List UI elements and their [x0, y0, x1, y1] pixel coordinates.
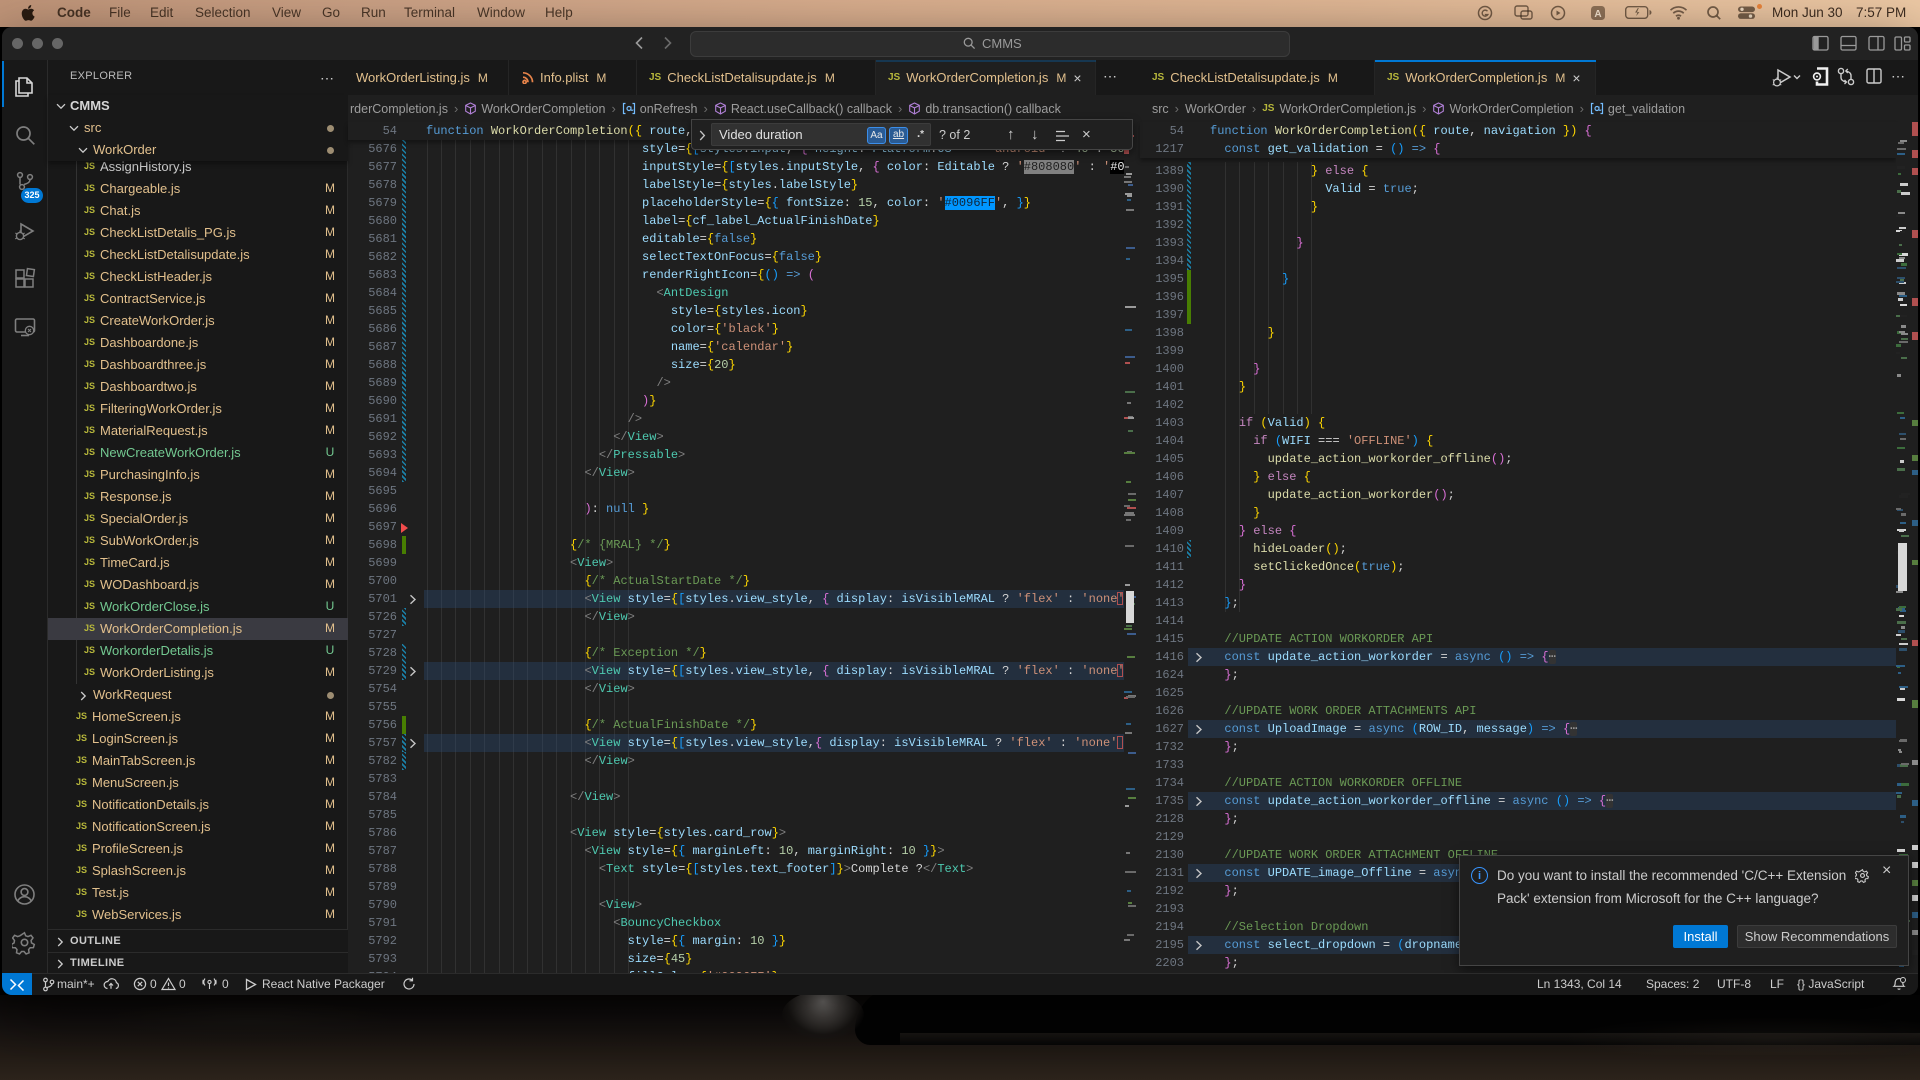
svg-text:A: A [1594, 9, 1601, 20]
